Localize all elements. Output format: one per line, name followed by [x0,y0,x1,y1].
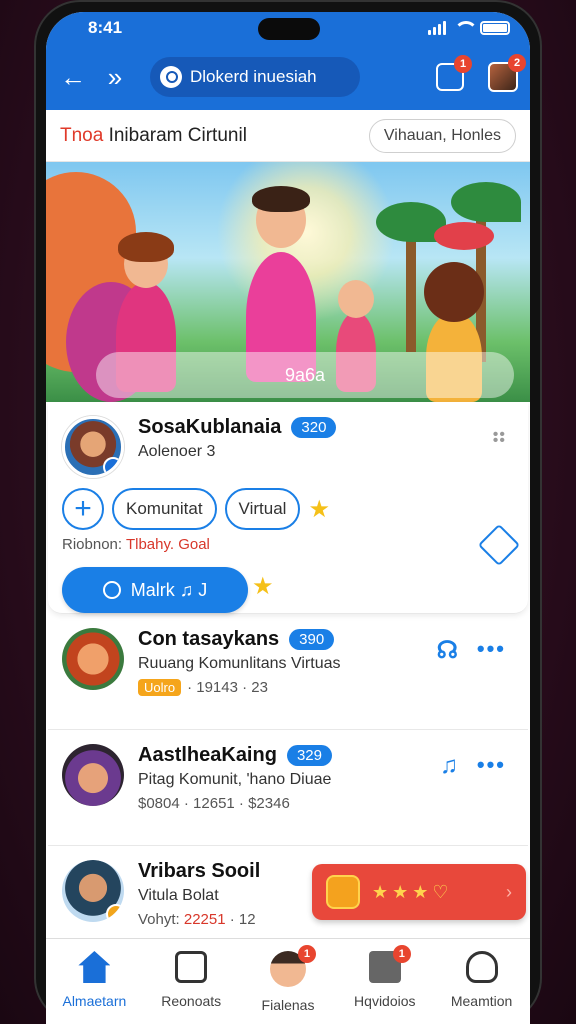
avatar[interactable] [62,744,124,806]
community-meta: Pitag Komunit, 'hano Diuae [138,771,332,788]
community-name: Con tasaykans 390 [138,628,341,651]
phone-frame: 8:41 ← » 1 2 Tnoa Inibaram Cirtunil [34,0,542,1024]
community-name: AastlheaKaing 329 [138,744,332,767]
battery-icon [480,21,510,35]
community-stats: Uolro · 19143 · 23 [138,679,341,696]
gift-icon [326,875,360,909]
top-app-bar: 8:41 ← » 1 2 [46,12,530,110]
star-icon: ★ [252,572,274,600]
profile-avatar[interactable]: 2 [488,54,526,92]
box-icon: 1 [368,945,411,983]
avatar[interactable] [62,628,124,690]
tab-videos[interactable]: 1 Hqvidoios [336,939,433,1024]
character-hair [118,232,174,262]
status-time: 8:41 [88,18,123,37]
profile-badge: 2 [508,54,526,72]
star-icon: ★ [308,495,330,523]
arrow-left-icon[interactable]: ← [58,62,88,92]
tab-badge: 1 [297,945,316,963]
chevron-right-icon: › [506,881,512,902]
featured-community-card[interactable]: •• •• SosaKublanaia 320 Aolenoer 3 + Komu… [48,402,528,614]
avatar[interactable] [62,860,124,922]
face-avatar-icon: 1 [269,945,316,987]
hero-caption: 9a6a [96,352,514,398]
tag-badge: Uolro [138,679,182,696]
join-button[interactable]: Malrk ♫ J [62,567,248,613]
member-count-badge: 390 [289,629,335,650]
community-meta: Aolenoer 3 [138,443,216,460]
hero-frisbee [434,222,494,250]
status-icons [428,21,510,35]
community-stats: Vohyt: 22251 · 12 [138,911,256,928]
tab-friends[interactable]: 1 Fialenas [240,939,337,1024]
search-input[interactable] [190,67,350,87]
member-count-badge: 329 [286,745,332,766]
tab-mention[interactable]: Meamtion [433,939,530,1024]
notifications-icon[interactable]: 1 [436,55,472,91]
app-screen: 8:41 ← » 1 2 Tnoa Inibaram Cirtunil [46,12,530,1024]
clock-icon [102,581,121,599]
more-options-icon[interactable]: ••• [477,636,506,662]
list-item[interactable]: ☊ ••• Con tasaykans 390 Ruuang Komunlita… [48,614,528,730]
tab-reports[interactable]: Reonoats [143,939,240,1024]
stars-icon: ★★★♡ [372,881,453,902]
list-item[interactable]: ★★★♡ › Vribars Sooil Vitula Bolat Vohyt:… [48,846,528,946]
community-meta: Vitula Bolat [138,887,219,904]
character-hair [252,186,310,212]
tab-badge: 1 [392,945,411,963]
community-name: Vribars Sooil [138,860,261,882]
page-title: Tnoa Inibaram Cirtunil [60,124,247,146]
edit-square-icon [175,951,208,983]
home-icon [78,951,111,983]
signal-icon [428,21,446,35]
person-icon [465,951,498,983]
music-note-icon[interactable]: ♫ [440,752,458,780]
bottom-tab-bar: Almaetarn Reonoats 1 Fialenas 1 Hqvidoio… [46,938,530,1024]
community-name: SosaKublanaia 320 [138,416,514,439]
camera-notch [258,18,320,40]
drag-handle-icon[interactable]: •• •• [493,427,506,449]
filter-pill[interactable]: Vihauan, Honles [368,118,516,153]
chip-row: + Komunitat Virtual ★ [62,488,514,530]
hero-banner[interactable]: 9a6a [46,162,530,402]
chip-komunitat[interactable]: Komunitat [112,488,217,530]
add-chip-button[interactable]: + [62,488,104,530]
member-count-badge: 320 [291,417,337,438]
list-item[interactable]: ♫ ••• AastlheaKaing 329 Pitag Komunit, '… [48,730,528,846]
sub-header: Tnoa Inibaram Cirtunil Vihauan, Honles [46,110,530,162]
headphones-icon[interactable]: ☊ [437,636,458,665]
search-icon [160,66,182,88]
verified-badge-icon [103,457,121,475]
wifi-icon [454,21,478,35]
chip-virtual[interactable]: Virtual [224,488,301,530]
notification-badge: 1 [454,55,472,73]
nav-row: ← » 1 2 [46,44,530,110]
palm-leaves [451,182,521,222]
community-stats: $0804 · 12651 · $2346 [138,795,290,812]
search-field[interactable] [150,57,360,97]
character-hair [424,262,484,322]
chevron-right-icon[interactable]: » [100,62,130,92]
avatar[interactable] [62,416,124,478]
character-head [338,280,374,318]
more-options-icon[interactable]: ••• [477,752,506,778]
tab-home[interactable]: Almaetarn [46,939,143,1024]
reward-cta-button[interactable]: ★★★♡ › [312,864,526,920]
gold-badge-icon [106,904,124,922]
community-goal: Riobnon: Tlbahy. Goal [62,536,210,553]
community-meta: Ruuang Komunlitans Virtuas [138,655,341,672]
